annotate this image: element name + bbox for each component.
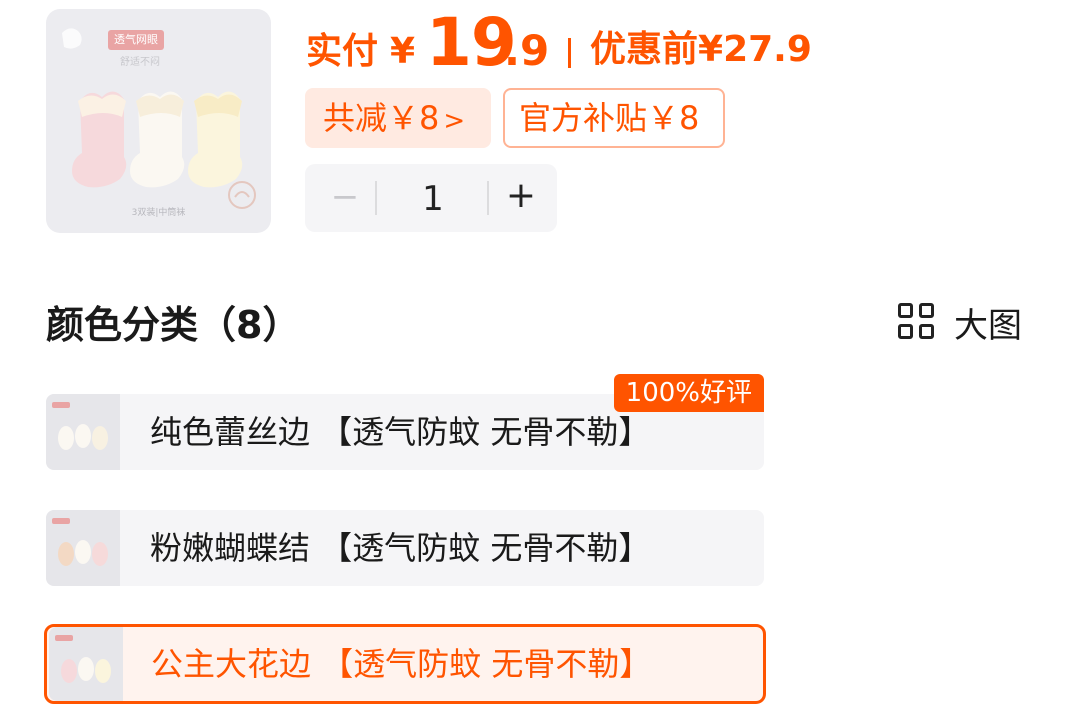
variant-thumbnail xyxy=(49,627,123,701)
official-subsidy-badge: 官方补贴￥8 xyxy=(503,88,725,148)
chevron-right-icon: > xyxy=(443,106,466,136)
variant-option-3-selected[interactable]: 公主大花边 【透气防蚊 无骨不勒】 xyxy=(44,624,766,704)
rating-badge: 100%好评 xyxy=(613,374,764,412)
socks-thumb-icon xyxy=(52,402,108,450)
original-price-value: ¥27.9 xyxy=(698,29,812,70)
section-title: 颜色分类（8） xyxy=(46,303,301,347)
big-view-button[interactable]: 大图 xyxy=(898,300,1022,346)
grid-icon xyxy=(898,303,936,341)
product-thumbnail[interactable]: 透气网眼 舒适不闷 3双装|中筒袜 xyxy=(46,9,271,233)
original-price-label: 优惠前 xyxy=(590,29,699,70)
paid-price-decimal: .9 xyxy=(504,26,550,75)
variant-option-2[interactable]: 粉嫩蝴蝶结 【透气防蚊 无骨不勒】 xyxy=(46,510,764,586)
decrement-button[interactable]: − xyxy=(317,164,373,232)
thumbnail-footer: 3双装|中筒袜 xyxy=(131,208,186,218)
variant-thumbnail xyxy=(46,510,120,586)
variant-label: 公主大花边 【透气防蚊 无骨不勒】 xyxy=(151,645,652,683)
price-separator xyxy=(568,38,571,68)
total-discount-label: 共减￥8 xyxy=(323,99,440,137)
increment-button[interactable]: + xyxy=(493,164,549,232)
original-price: 优惠前¥27.9 xyxy=(590,32,812,68)
paid-label: 实付 xyxy=(306,31,379,72)
stepper-divider xyxy=(487,181,489,215)
variant-label: 粉嫩蝴蝶结 【透气防蚊 无骨不勒】 xyxy=(150,529,651,567)
paid-currency: ¥ xyxy=(390,31,416,72)
socks-thumb-icon xyxy=(55,635,111,683)
variant-label: 纯色蕾丝边 【透气防蚊 无骨不勒】 xyxy=(150,413,651,451)
big-view-label: 大图 xyxy=(954,305,1022,346)
socks-thumb-icon xyxy=(52,518,108,566)
quantity-stepper[interactable]: − 1 + xyxy=(305,164,557,232)
paid-price-integer: 19 xyxy=(426,4,517,81)
variant-thumbnail xyxy=(46,394,120,470)
variant-option-1[interactable]: 纯色蕾丝边 【透气防蚊 无骨不勒】 100%好评 xyxy=(46,374,764,470)
total-discount-button[interactable]: 共减￥8 > xyxy=(305,88,491,148)
quantity-value[interactable]: 1 xyxy=(377,164,489,232)
official-subsidy-label: 官方补贴￥8 xyxy=(519,99,700,137)
socks-illustration xyxy=(62,28,256,209)
